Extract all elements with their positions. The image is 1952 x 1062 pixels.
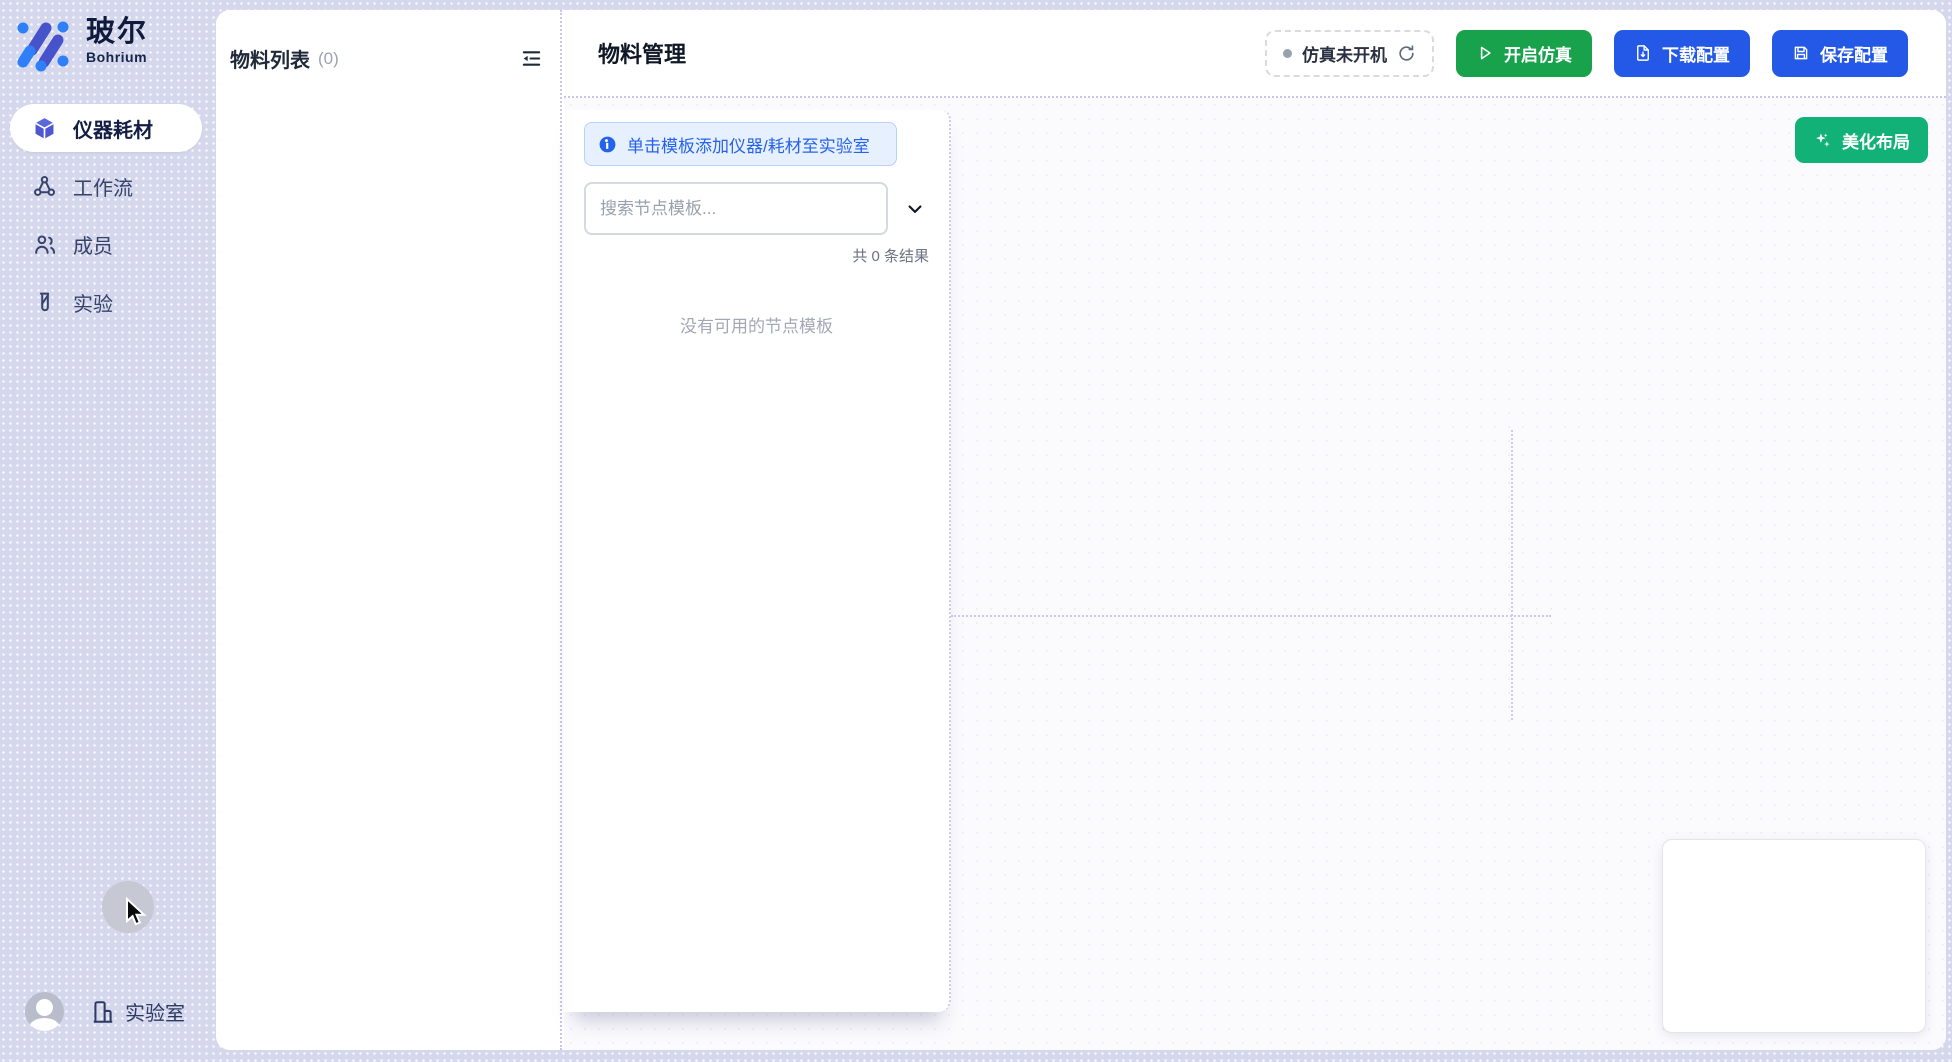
canvas[interactable]: 单击模板添加仪器/耗材至实验室 共 0 条结果 没有可用的节点模板 [564,98,1946,1050]
template-search-input[interactable] [584,182,888,235]
page-region: 物料管理 仿真未开机 开启仿真 [564,10,1946,1050]
brand-title: 玻尔 [86,16,148,49]
template-panel: 单击模板添加仪器/耗材至实验室 共 0 条结果 没有可用的节点模板 [564,110,951,1012]
save-config-button[interactable]: 保存配置 [1772,30,1908,77]
sidebar-item-experiment[interactable]: 实验 [10,278,202,326]
download-config-button[interactable]: 下载配置 [1614,30,1750,77]
lab-building-icon [90,999,116,1025]
page-header: 物料管理 仿真未开机 开启仿真 [564,10,1946,98]
lab-label: 实验室 [125,997,185,1026]
collapse-panel-button[interactable] [518,46,544,72]
beautify-layout-button[interactable]: 美化布局 [1795,117,1928,163]
header-actions: 仿真未开机 开启仿真 [1265,30,1908,77]
lab-button[interactable]: 实验室 [90,997,185,1026]
simulation-status-pill: 仿真未开机 [1265,30,1434,77]
status-dot [1283,49,1292,58]
bohrium-logo-icon [14,16,70,72]
expand-filters-button[interactable] [902,195,929,223]
search-result-count: 共 0 条结果 [584,245,929,266]
save-icon [1792,44,1810,62]
chevron-down-icon [905,199,925,219]
sidebar-item-label: 成员 [73,230,113,259]
workflow-icon [32,174,57,199]
page-title: 物料管理 [598,37,686,69]
materials-list-count: (0) [318,49,339,69]
app-sidebar: 玻尔 Bohrium 仪器耗材 [0,0,216,1062]
canvas-guide-line-vertical [1511,430,1513,720]
file-download-icon [1634,44,1652,62]
collapse-panel-icon [520,47,543,70]
refresh-status-icon[interactable] [1397,44,1416,63]
mouse-cursor [121,897,149,929]
template-hint-text: 单击模板添加仪器/耗材至实验室 [627,132,870,157]
materials-list-panel: 物料列表 (0) [216,10,562,1050]
minimap[interactable] [1662,839,1926,1033]
sidebar-item-members[interactable]: 成员 [10,220,202,268]
sidebar-item-label: 实验 [73,288,113,317]
materials-list-title: 物料列表 [230,44,310,73]
sidebar-item-label: 工作流 [73,172,133,201]
empty-template-message: 没有可用的节点模板 [564,312,949,337]
brand-logo: 玻尔 Bohrium [14,16,148,72]
sidebar-item-label: 仪器耗材 [73,114,153,143]
template-search-row [584,182,929,235]
main-content-card: 物料列表 (0) 物料管理 仿真未开机 [216,10,1946,1050]
sidebar-footer: 实验室 [0,992,216,1032]
members-icon [32,232,57,257]
experiment-icon [32,290,57,315]
sidebar-item-instruments[interactable]: 仪器耗材 [10,104,202,152]
avatar[interactable] [25,992,64,1031]
play-icon [1476,44,1494,62]
simulation-status-text: 仿真未开机 [1302,41,1387,66]
start-simulation-button[interactable]: 开启仿真 [1456,30,1592,77]
canvas-guide-line-horizontal [951,615,1551,617]
info-icon [598,135,617,154]
sidebar-nav: 仪器耗材 工作流 成员 [10,104,202,326]
sidebar-item-workflow[interactable]: 工作流 [10,162,202,210]
materials-list-header: 物料列表 (0) [230,44,544,73]
template-hint-banner: 单击模板添加仪器/耗材至实验室 [584,122,897,166]
cube-icon [32,116,57,141]
brand-subtitle: Bohrium [86,49,148,65]
sparkles-icon [1813,131,1832,150]
